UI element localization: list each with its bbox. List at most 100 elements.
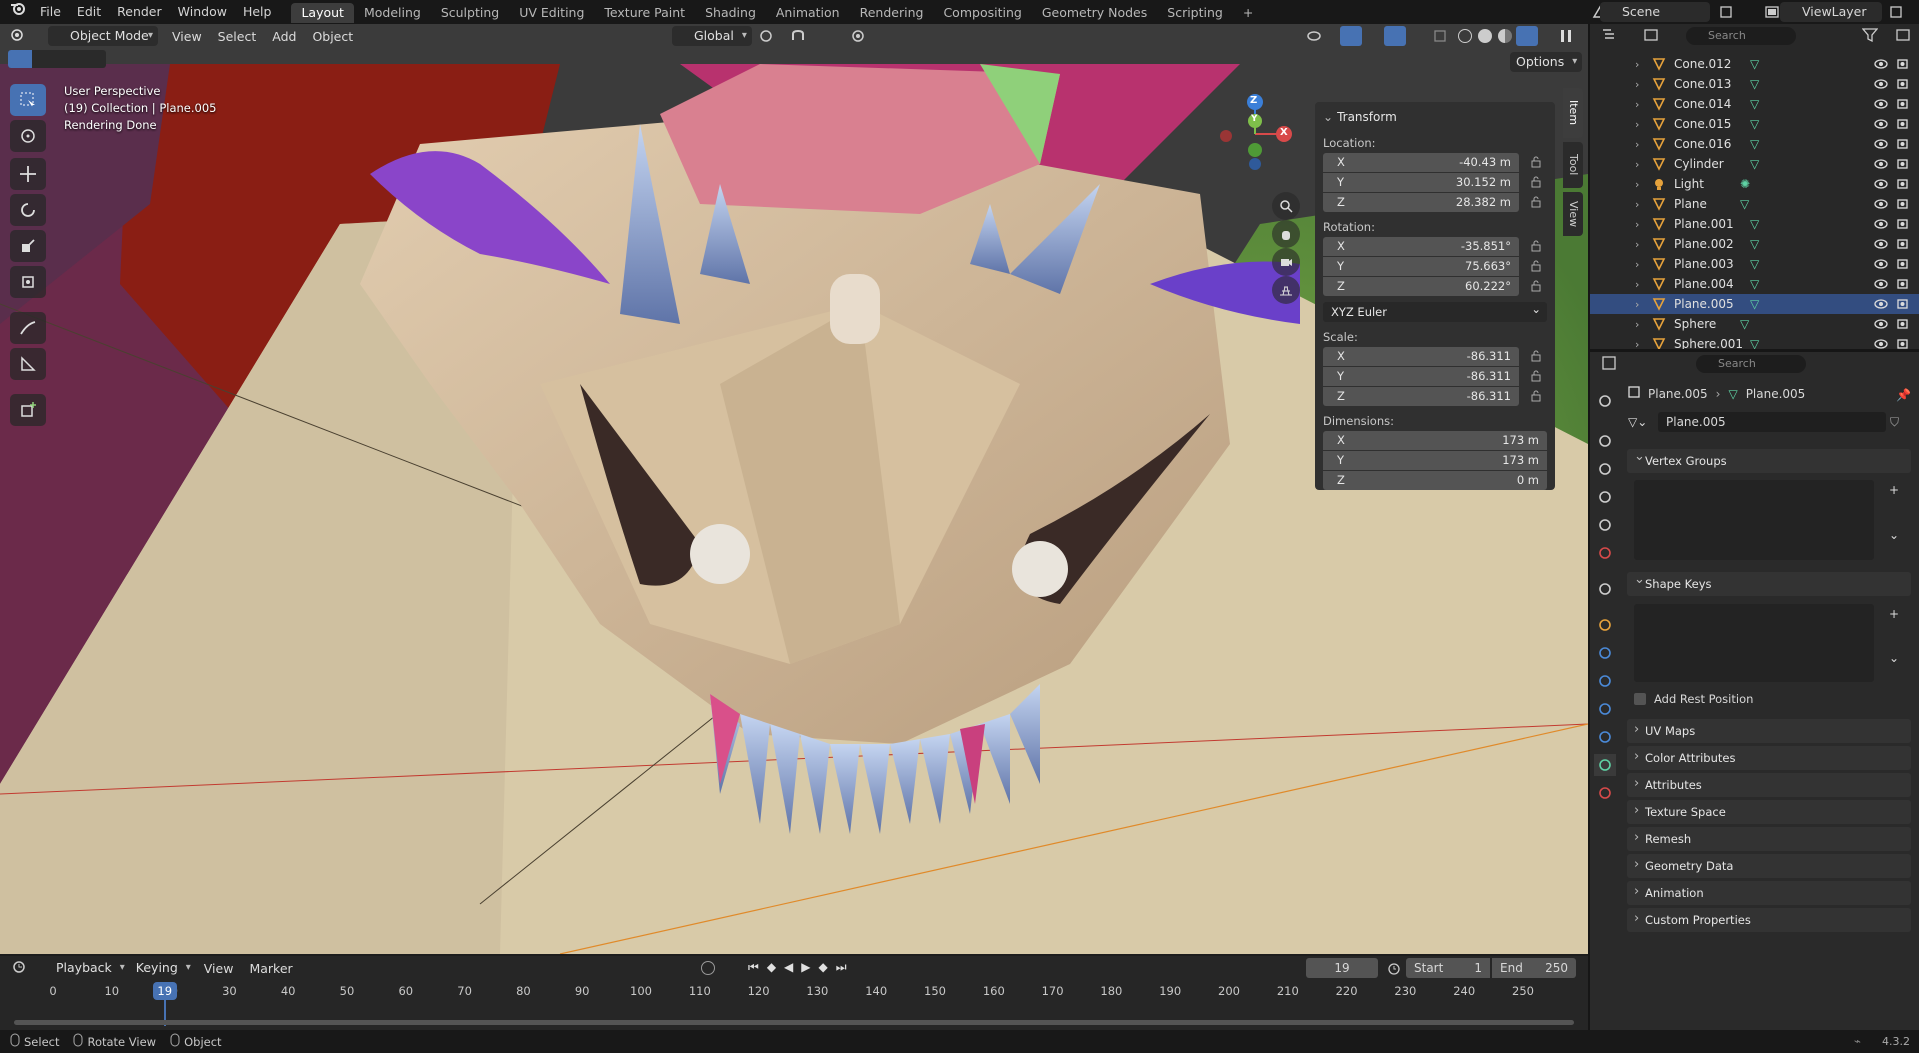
lock-icon[interactable] [1525, 258, 1547, 274]
tab-sculpting[interactable]: Sculpting [431, 3, 509, 23]
mesh-browse-icon[interactable]: ▽⌄ [1628, 415, 1658, 429]
mesh-data-icon[interactable]: ▽ [1750, 297, 1759, 311]
dimensions-y-field[interactable]: Y 173 m [1323, 450, 1547, 470]
scene-selector[interactable]: Scene [1600, 2, 1710, 22]
timeline-ruler[interactable]: 0102030405060708090100110120130140150160… [0, 980, 1588, 1026]
render-camera-icon[interactable] [1896, 318, 1910, 333]
tab-uv-editing[interactable]: UV Editing [509, 3, 594, 23]
camera-view-icon[interactable] [1272, 248, 1300, 276]
measure-tool[interactable] [10, 348, 46, 380]
options-dropdown[interactable]: Options [1510, 52, 1583, 72]
light-data-icon[interactable]: ✺ [1740, 177, 1750, 191]
rotation-mode-dropdown[interactable]: XYZ Euler [1323, 299, 1547, 322]
sidebar-tab-item[interactable]: Item [1563, 88, 1583, 138]
lock-icon[interactable] [1525, 174, 1547, 190]
shape-keys-list[interactable] [1634, 604, 1874, 682]
object-tab-icon[interactable] [1594, 614, 1616, 636]
pause-render-icon[interactable] [1558, 28, 1574, 47]
gizmo-axis-z[interactable]: Z [1250, 95, 1257, 106]
mesh-data-icon[interactable]: ▽ [1750, 157, 1759, 171]
object-mode-dropdown[interactable]: Object Mode [48, 26, 158, 46]
vertex-groups-panel-header[interactable]: Vertex Groups [1627, 445, 1911, 473]
lock-icon[interactable] [1525, 238, 1547, 254]
outliner-item[interactable]: › Cone.015 ▽ [1590, 114, 1919, 134]
mesh-data-icon[interactable]: ▽ [1750, 97, 1759, 111]
next-keyframe-icon[interactable]: ◆ [819, 960, 828, 975]
menu-render[interactable]: Render [109, 0, 170, 24]
location-z-field[interactable]: Z 28.382 m [1323, 192, 1519, 212]
lock-icon[interactable] [1525, 388, 1547, 404]
properties-editor-icon[interactable] [1602, 356, 1618, 373]
panel-header-color-attributes[interactable]: Color Attributes [1627, 745, 1911, 770]
visibility-eye-icon[interactable] [1874, 58, 1888, 73]
dimensions-x-field[interactable]: X 173 m [1323, 430, 1547, 450]
render-camera-icon[interactable] [1896, 198, 1910, 213]
outliner-item[interactable]: › Plane.003 ▽ [1590, 254, 1919, 274]
add-rest-position-checkbox[interactable] [1634, 693, 1646, 705]
add-rest-position-row[interactable]: Add Rest Position [1634, 690, 1753, 708]
mesh-name-field[interactable]: Plane.005 [1658, 412, 1886, 432]
gizmo-toggle-icon[interactable] [1340, 26, 1362, 46]
current-frame-field[interactable]: 19 [1306, 958, 1378, 978]
pivot-point-icon[interactable] [758, 28, 774, 47]
select-new-icon[interactable] [8, 50, 32, 68]
lock-icon[interactable] [1525, 154, 1547, 170]
visibility-eye-icon[interactable] [1874, 78, 1888, 93]
render-camera-icon[interactable] [1896, 158, 1910, 173]
scale-y-field[interactable]: Y -86.311 [1323, 366, 1519, 386]
panel-header-remesh[interactable]: Remesh [1627, 826, 1911, 851]
select-subtract-icon[interactable] [56, 50, 80, 68]
render-camera-icon[interactable] [1896, 78, 1910, 93]
constraints-tab-icon[interactable] [1594, 726, 1616, 748]
outliner-search-field[interactable]: Search [1686, 27, 1796, 45]
menu-edit[interactable]: Edit [69, 0, 109, 24]
add-workspace-button[interactable]: + [1233, 3, 1263, 23]
expand-arrow-icon[interactable]: › [1635, 78, 1639, 91]
transform-orientation-dropdown[interactable]: Global [672, 26, 752, 46]
output-tab-icon[interactable] [1594, 458, 1616, 480]
mesh-data-icon[interactable]: ▽ [1740, 317, 1749, 331]
viewport-menu-view[interactable]: View [164, 29, 210, 44]
move-tool[interactable] [10, 158, 46, 190]
sidebar-tab-tool[interactable]: Tool [1563, 142, 1583, 188]
lock-icon[interactable] [1525, 278, 1547, 294]
expand-arrow-icon[interactable]: › [1635, 98, 1639, 111]
expand-arrow-icon[interactable]: › [1635, 258, 1639, 271]
properties-search-field[interactable]: Search [1696, 355, 1806, 373]
sidebar-tab-view[interactable]: View [1563, 192, 1583, 236]
outliner-item[interactable]: › Plane ▽ [1590, 194, 1919, 214]
outliner-item[interactable]: › Cone.014 ▽ [1590, 94, 1919, 114]
outliner-item[interactable]: › Cone.013 ▽ [1590, 74, 1919, 94]
vertex-groups-list[interactable] [1634, 480, 1874, 560]
render-camera-icon[interactable] [1896, 58, 1910, 73]
modifier-tab-icon[interactable] [1594, 642, 1616, 664]
particles-tab-icon[interactable] [1594, 670, 1616, 692]
render-camera-icon[interactable] [1896, 98, 1910, 113]
tab-shading[interactable]: Shading [695, 3, 766, 23]
visibility-eye-icon[interactable] [1874, 198, 1888, 213]
start-frame-field[interactable]: Start 1 [1406, 958, 1490, 978]
lock-icon[interactable] [1525, 368, 1547, 384]
outliner-item[interactable]: › Cone.012 ▽ [1590, 54, 1919, 74]
lock-icon[interactable] [1525, 348, 1547, 364]
viewlayer-icon[interactable] [1764, 4, 1780, 23]
outliner-item[interactable]: › Cone.016 ▽ [1590, 134, 1919, 154]
mesh-data-icon[interactable]: ▽ [1750, 117, 1759, 131]
snap-icon[interactable] [790, 28, 806, 47]
expand-arrow-icon[interactable]: › [1635, 278, 1639, 291]
location-y-field[interactable]: Y 30.152 m [1323, 172, 1519, 192]
tab-geometry-nodes[interactable]: Geometry Nodes [1032, 3, 1157, 23]
outliner-item[interactable]: › Plane.005 ▽ [1590, 294, 1919, 314]
tab-rendering[interactable]: Rendering [850, 3, 934, 23]
timeline-editor-icon[interactable] [12, 960, 42, 977]
expand-arrow-icon[interactable]: › [1635, 298, 1639, 311]
play-reverse-icon[interactable]: ◀ [784, 960, 793, 975]
visibility-eye-icon[interactable] [1874, 238, 1888, 253]
tool-tab-icon[interactable] [1594, 390, 1616, 412]
rotation-z-field[interactable]: Z 60.222° [1323, 276, 1519, 296]
visibility-eye-icon[interactable] [1874, 118, 1888, 133]
transform-panel-header[interactable]: ⌄ Transform [1323, 106, 1547, 128]
lock-icon[interactable] [1525, 194, 1547, 210]
playback-menu[interactable]: Playback [50, 958, 130, 978]
visibility-eye-icon[interactable] [1874, 278, 1888, 293]
